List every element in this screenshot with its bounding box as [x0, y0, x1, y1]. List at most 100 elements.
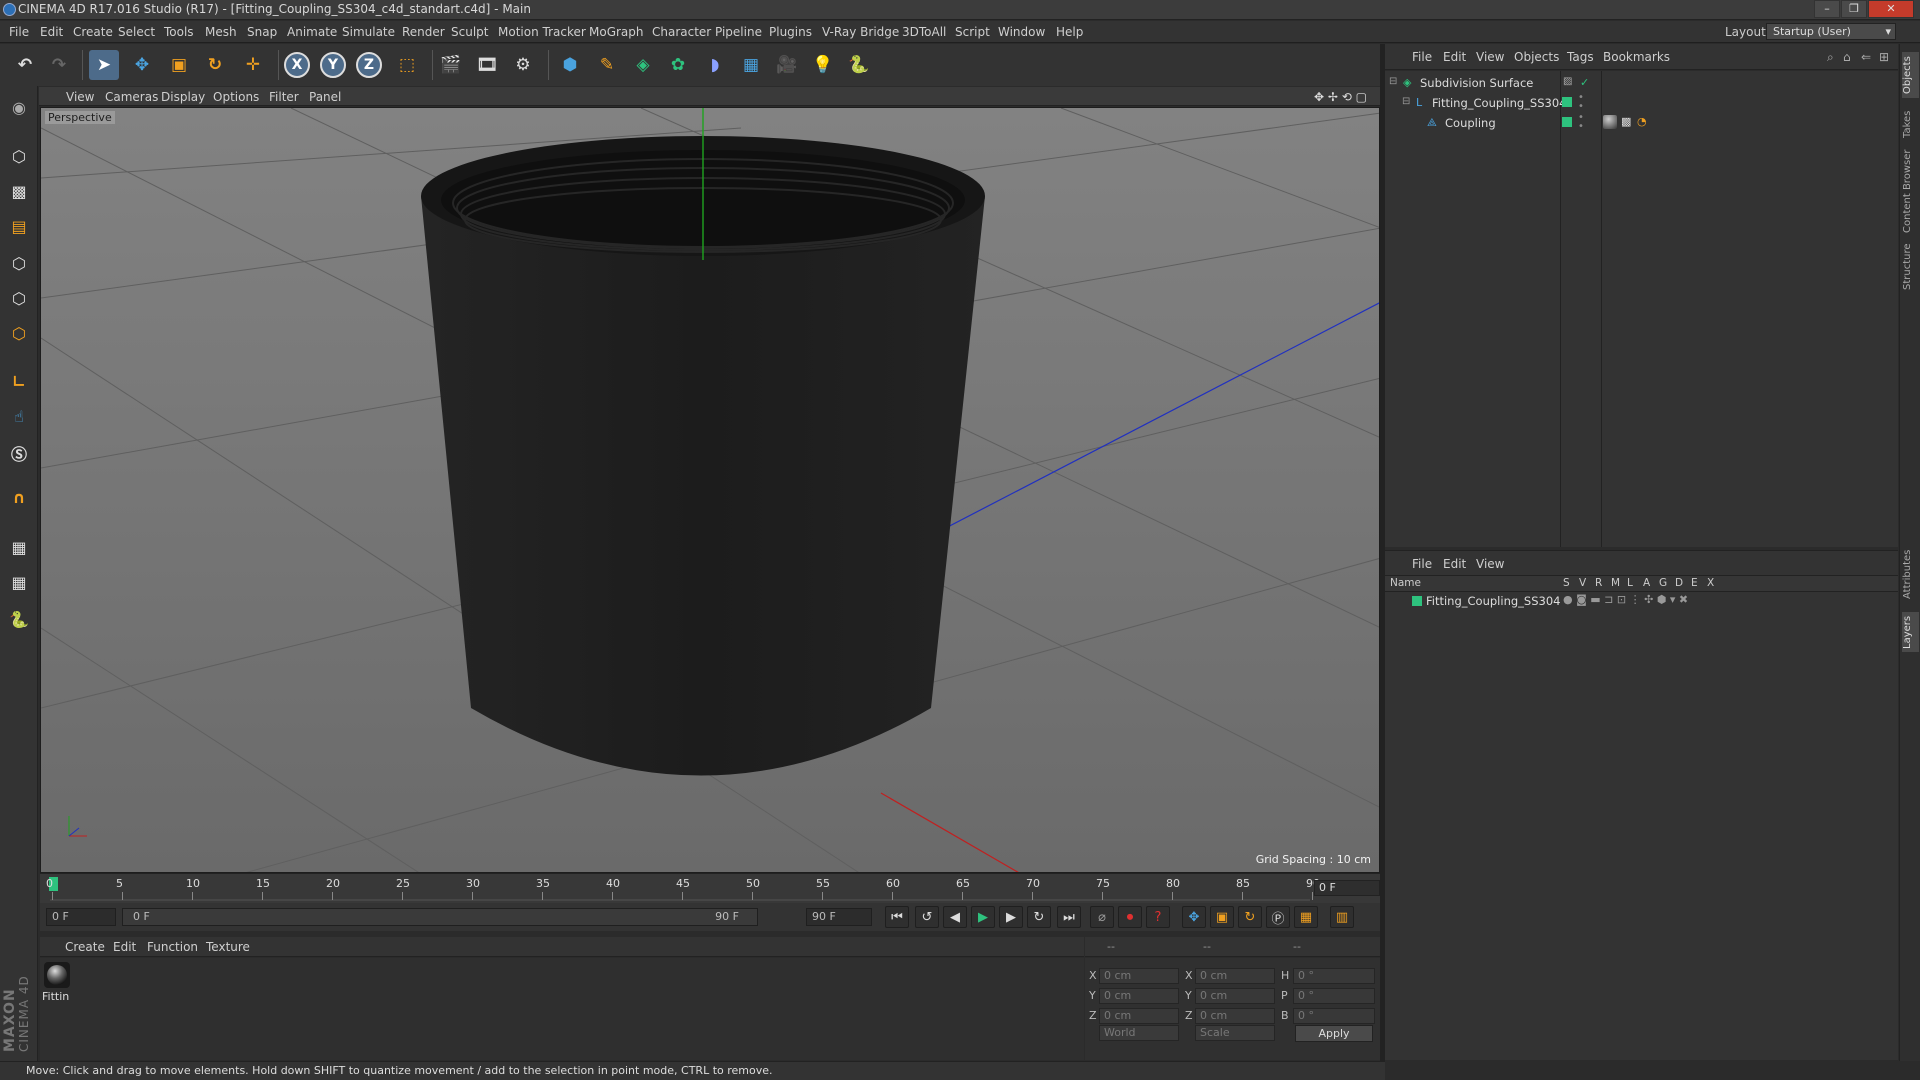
next-frame-icon[interactable]: ▶ — [999, 906, 1023, 928]
layer-col-locked[interactable]: L — [1627, 577, 1633, 589]
redo-icon[interactable]: ↷ — [44, 50, 74, 80]
texture-tag-icon[interactable]: ▩ — [1621, 115, 1631, 128]
object-name[interactable]: Subdivision Surface — [1420, 76, 1533, 90]
coordinate-system-dropdown[interactable]: World — [1099, 1025, 1179, 1041]
object-row[interactable]: ⊟ L Fitting_Coupling_SS304 • • — [1385, 93, 1898, 113]
motion-record-icon[interactable]: ⌀ — [1090, 906, 1114, 928]
object-row[interactable]: ⟁ Coupling • • ▩ ◔ — [1385, 113, 1898, 133]
python-script-icon[interactable]: 🐍 — [4, 604, 34, 634]
edit-toggle-icon[interactable]: ▨ — [1563, 76, 1572, 87]
position-z-field[interactable]: 0 cm — [1099, 1008, 1179, 1024]
size-x-field[interactable]: 0 cm — [1195, 968, 1275, 984]
go-to-start-icon[interactable]: ⏮ — [885, 906, 909, 928]
light-icon[interactable]: 💡 — [808, 50, 838, 80]
menu-mesh[interactable]: Mesh — [205, 25, 237, 39]
live-selection-icon[interactable]: ✛ — [238, 50, 268, 80]
cloner-icon[interactable]: ✿ — [663, 50, 693, 80]
material-name[interactable]: Fittin — [42, 990, 69, 1003]
tab-attributes[interactable]: Attributes — [1902, 544, 1919, 604]
layer-col-deformers[interactable]: D — [1675, 577, 1683, 589]
menu-3dtoall[interactable]: 3DToAll — [902, 25, 946, 39]
viewport-menu-filter[interactable]: Filter — [269, 90, 299, 104]
rotate-icon[interactable]: ↻ — [200, 50, 230, 80]
autokey-icon[interactable]: ? — [1146, 906, 1170, 928]
layers-menu-view[interactable]: View — [1476, 557, 1504, 571]
objects-menu-tags[interactable]: Tags — [1567, 50, 1594, 64]
previous-frame-icon[interactable]: ◀ — [943, 906, 967, 928]
menu-plugins[interactable]: Plugins — [769, 25, 812, 39]
menu-help[interactable]: Help — [1056, 25, 1083, 39]
minimize-button[interactable]: – — [1814, 0, 1840, 18]
layer-col-solo[interactable]: S — [1563, 577, 1570, 589]
deformer-icon[interactable]: ◗ — [700, 50, 730, 80]
menu-vray-bridge[interactable]: V-Ray Bridge — [822, 25, 899, 39]
enabled-check-icon[interactable]: ✓ — [1580, 76, 1589, 89]
camera-icon[interactable]: 🎥 — [772, 50, 802, 80]
material-tag-icon[interactable] — [1603, 115, 1617, 129]
next-key-icon[interactable]: ↻ — [1027, 906, 1051, 928]
position-x-field[interactable]: 0 cm — [1099, 968, 1179, 984]
material-menu-create[interactable]: Create — [65, 940, 105, 954]
render-view-icon[interactable]: 🎬 — [436, 50, 466, 80]
menu-script[interactable]: Script — [955, 25, 990, 39]
menu-snap[interactable]: Snap — [247, 25, 277, 39]
go-to-end-icon[interactable]: ⏭ — [1057, 906, 1081, 928]
current-frame-field[interactable]: 0 F — [1314, 880, 1380, 896]
make-editable-icon[interactable]: ◉ — [4, 92, 34, 122]
tweak-mode-icon[interactable]: ☝ — [4, 401, 34, 431]
timeline-window-icon[interactable]: ▥ — [1330, 906, 1354, 928]
apply-button[interactable]: Apply — [1295, 1025, 1373, 1042]
cube-icon[interactable]: ⬢ — [555, 50, 585, 80]
menu-character[interactable]: Character — [652, 25, 711, 39]
new-panel-icon[interactable]: ⊞ — [1879, 50, 1889, 64]
key-rotation-icon[interactable]: ↻ — [1238, 906, 1262, 928]
close-button[interactable]: ✕ — [1868, 0, 1914, 18]
edit-render-settings-icon[interactable]: ⚙ — [508, 50, 538, 80]
size-z-field[interactable]: 0 cm — [1195, 1008, 1275, 1024]
select-cursor-icon[interactable]: ➤ — [89, 50, 119, 80]
menu-tools[interactable]: Tools — [164, 25, 194, 39]
edges-mode-icon[interactable]: ⬡ — [4, 283, 34, 313]
menu-render[interactable]: Render — [402, 25, 445, 39]
pen-spline-icon[interactable]: ✎ — [592, 50, 622, 80]
home-icon[interactable]: ⌂ — [1843, 50, 1851, 64]
layer-col-name[interactable]: Name — [1390, 577, 1421, 589]
menu-pipeline[interactable]: Pipeline — [715, 25, 762, 39]
viewport-menu-cameras[interactable]: Cameras — [105, 90, 158, 104]
lock-workplane-icon[interactable]: ▦ — [4, 532, 34, 562]
render-picture-viewer-icon[interactable]: 🎞 — [472, 50, 502, 80]
object-name[interactable]: Coupling — [1445, 116, 1496, 130]
menu-create[interactable]: Create — [73, 25, 113, 39]
objects-menu-objects[interactable]: Objects — [1514, 50, 1559, 64]
phong-tag-icon[interactable]: ◔ — [1637, 115, 1647, 128]
viewport-menu-panel[interactable]: Panel — [309, 90, 341, 104]
points-mode-icon[interactable]: ⬡ — [4, 248, 34, 278]
z-axis-icon[interactable]: Z — [356, 52, 382, 78]
layers-menu-edit[interactable]: Edit — [1443, 557, 1466, 571]
menu-edit[interactable]: Edit — [40, 25, 63, 39]
move-icon[interactable]: ✥ — [127, 50, 157, 80]
layer-row[interactable]: Fitting_Coupling_SS304 ● ◙ ▬ ⊐ ⊡ ⋮ ✣ ⬢ ▾… — [1385, 592, 1898, 612]
size-y-field[interactable]: 0 cm — [1195, 988, 1275, 1004]
tab-objects[interactable]: Objects — [1902, 52, 1919, 98]
scale-icon[interactable]: ▣ — [164, 50, 194, 80]
layer-col-view[interactable]: V — [1579, 577, 1586, 589]
viewport-menu-view[interactable]: View — [66, 90, 94, 104]
menu-window[interactable]: Window — [998, 25, 1045, 39]
layer-col-animation[interactable]: A — [1643, 577, 1650, 589]
layer-col-expressions[interactable]: E — [1691, 577, 1698, 589]
object-row[interactable]: ⊟ ◈ Subdivision Surface ▨ ✓ — [1385, 73, 1898, 93]
rotation-h-field[interactable]: 0 ° — [1293, 968, 1375, 984]
menu-animate[interactable]: Animate — [287, 25, 337, 39]
size-mode-dropdown[interactable]: Scale — [1195, 1025, 1275, 1041]
position-y-field[interactable]: 0 cm — [1099, 988, 1179, 1004]
python-icon[interactable]: 🐍 — [844, 50, 874, 80]
layer-col-render[interactable]: R — [1595, 577, 1602, 589]
end-frame-field[interactable]: 90 F — [806, 908, 872, 926]
layer-color-swatch[interactable] — [1562, 97, 1572, 107]
arrow-icon[interactable]: ⇐ — [1861, 50, 1871, 64]
workplane-icon[interactable]: ▤ — [4, 211, 34, 241]
tab-layers[interactable]: Layers — [1902, 612, 1919, 652]
subdivision-icon[interactable]: ◈ — [628, 50, 658, 80]
layer-color-swatch[interactable] — [1412, 596, 1422, 606]
